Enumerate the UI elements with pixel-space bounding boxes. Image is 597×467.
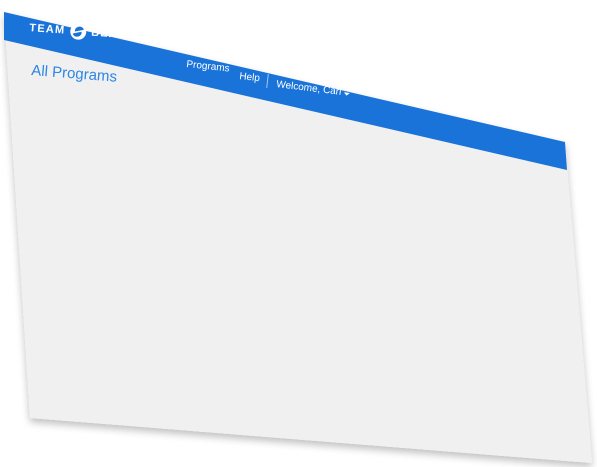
- beachbody-logo-icon: [69, 23, 87, 41]
- page-title: All Programs: [30, 62, 118, 86]
- nav-help-link[interactable]: Help: [239, 71, 261, 84]
- trademark-symbol: ®: [173, 35, 179, 43]
- browser-page-perspective: TEAM BEACHBODY ® Programs Help Welcome, …: [0, 0, 597, 467]
- welcome-label: Welcome, Carl: [275, 79, 342, 98]
- nav-programs-link[interactable]: Programs: [186, 59, 230, 74]
- chevron-down-icon: [343, 92, 351, 97]
- brand-text-beachbody: BEACHBODY: [90, 26, 174, 45]
- brand-text-team: TEAM: [28, 21, 66, 37]
- account-menu[interactable]: Welcome, Carl: [276, 79, 351, 99]
- brand-logo[interactable]: TEAM BEACHBODY ®: [29, 20, 179, 47]
- nav-divider: [266, 73, 269, 89]
- nav-content: TEAM BEACHBODY ® Programs Help Welcome, …: [0, 0, 597, 467]
